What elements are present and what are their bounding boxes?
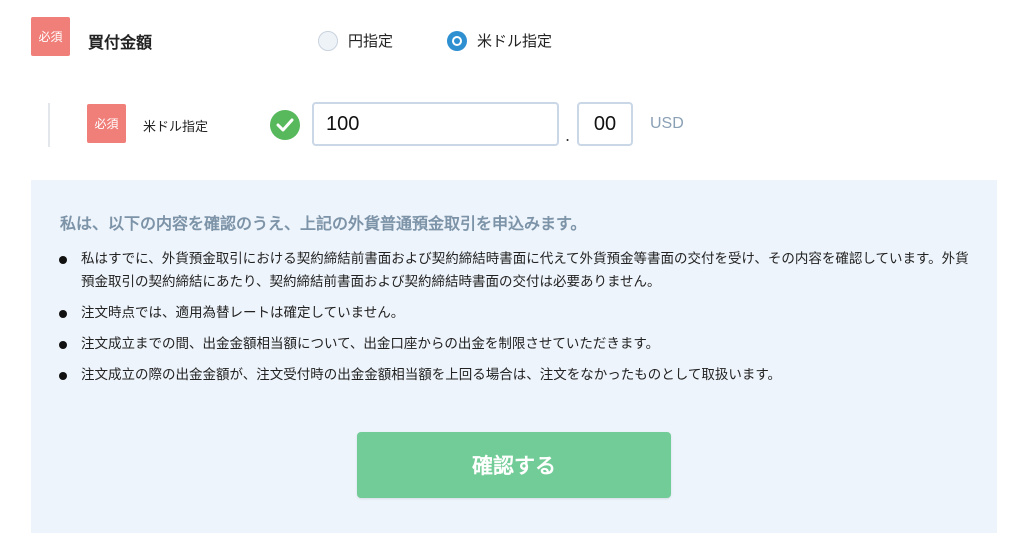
agreement-list: 私はすでに、外貨預金取引における契約締結前書面および契約締結時書面に代えて外貨預…: [57, 248, 977, 395]
decimal-separator: .: [565, 126, 571, 145]
amount-decimal-input[interactable]: 00: [577, 102, 633, 146]
check-circle-icon: [270, 110, 300, 140]
agreement-item: 注文時点では、適用為替レートは確定していません。: [57, 302, 977, 325]
radio-usd-label[interactable]: 米ドル指定: [477, 30, 552, 51]
agreement-title: 私は、以下の内容を確認のうえ、上記の外貨普通預金取引を申込みます。: [60, 214, 587, 233]
radio-usd-option[interactable]: 米ドル指定: [447, 30, 552, 51]
radio-usd[interactable]: [447, 30, 467, 51]
required-badge-usd: 必須: [87, 104, 126, 143]
agreement-item: 注文成立の際の出金金額が、注文受付時の出金金額相当額を上回る場合は、注文をなかっ…: [57, 364, 977, 387]
radio-yen-option[interactable]: 円指定: [318, 30, 393, 51]
purchase-amount-label: 買付金額: [88, 33, 153, 52]
amount-integer-input[interactable]: 100: [312, 102, 559, 146]
radio-yen-label[interactable]: 円指定: [348, 30, 393, 51]
agreement-panel: 私は、以下の内容を確認のうえ、上記の外貨普通預金取引を申込みます。 私はすでに、…: [31, 180, 997, 533]
confirm-button[interactable]: 確認する: [357, 432, 671, 498]
usd-amount-label: 米ドル指定: [143, 120, 209, 135]
required-badge: 必須: [31, 17, 70, 56]
currency-code: USD: [650, 115, 684, 132]
radio-yen[interactable]: [318, 30, 338, 51]
agreement-item: 注文成立までの間、出金金額相当額について、出金口座からの出金を制限させていただき…: [57, 333, 977, 356]
agreement-item: 私はすでに、外貨預金取引における契約締結前書面および契約締結時書面に代えて外貨預…: [57, 248, 977, 294]
section-rule: [48, 103, 50, 147]
